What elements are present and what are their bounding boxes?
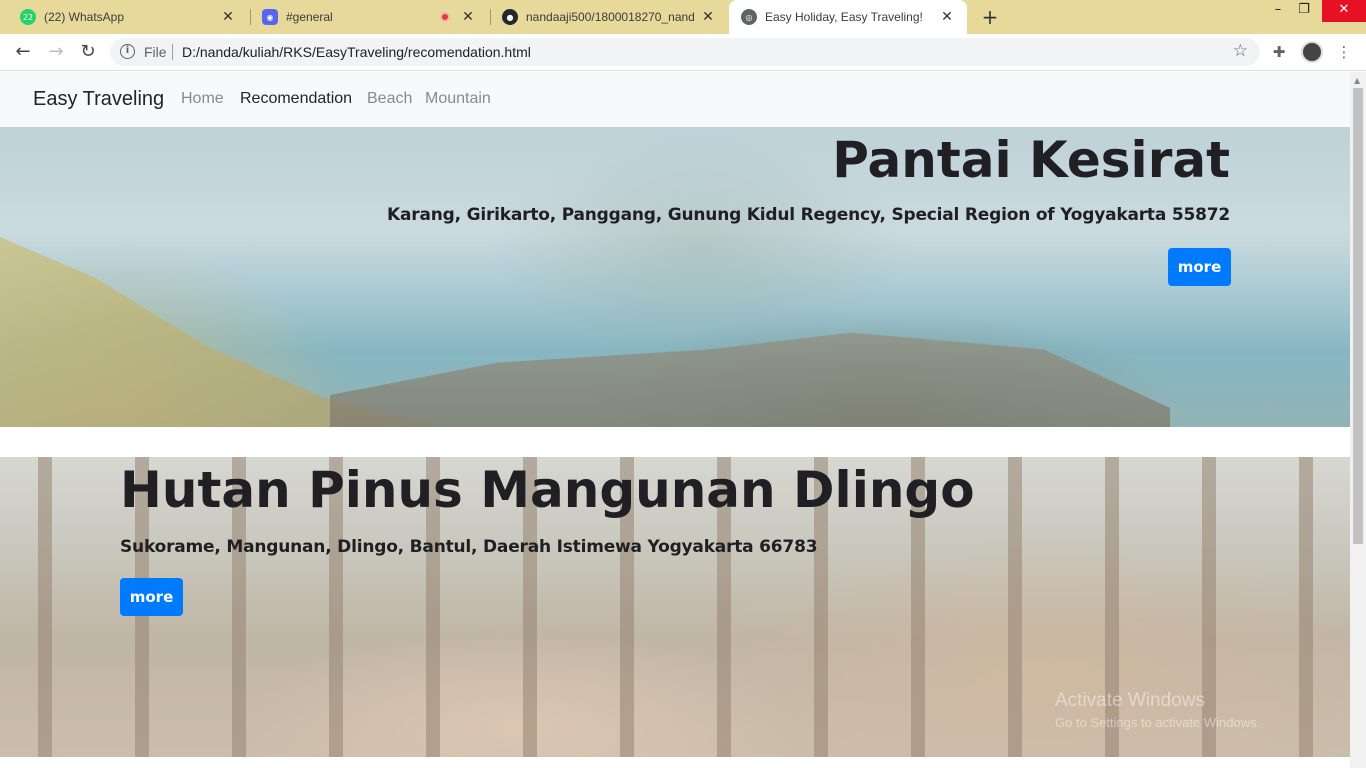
close-icon[interactable]: ✕ bbox=[700, 9, 716, 25]
forward-button[interactable]: → bbox=[44, 40, 68, 64]
address-separator bbox=[172, 44, 173, 60]
tab-github[interactable]: ● nandaaji500/1800018270_nanda ✕ bbox=[490, 0, 728, 34]
destination-address: Sukorame, Mangunan, Dlingo, Bantul, Daer… bbox=[120, 537, 818, 557]
nav-home[interactable]: Home bbox=[181, 90, 224, 108]
activate-windows-title: Activate Windows bbox=[1055, 690, 1205, 711]
tab-title: #general bbox=[286, 10, 333, 24]
tab-discord[interactable]: ◉ #general ✕ bbox=[250, 0, 488, 34]
profile-avatar[interactable] bbox=[1301, 41, 1323, 63]
tab-whatsapp[interactable]: 22 (22) WhatsApp ✕ bbox=[8, 0, 248, 34]
window-close-button[interactable]: ✕ bbox=[1322, 0, 1366, 22]
tab-strip: 22 (22) WhatsApp ✕ ◉ #general ✕ ● nandaa… bbox=[0, 0, 1366, 34]
more-button[interactable]: more bbox=[1168, 248, 1231, 286]
new-tab-button[interactable]: + bbox=[978, 5, 1002, 29]
back-button[interactable]: ← bbox=[11, 40, 35, 64]
scroll-up-icon[interactable]: ▲ bbox=[1354, 76, 1360, 85]
discord-icon: ◉ bbox=[262, 9, 278, 25]
close-icon[interactable]: ✕ bbox=[939, 9, 955, 25]
github-icon: ● bbox=[502, 9, 518, 25]
nav-mountain[interactable]: Mountain bbox=[425, 90, 491, 108]
tab-title: nandaaji500/1800018270_nanda bbox=[526, 10, 694, 24]
nav-beach[interactable]: Beach bbox=[367, 90, 412, 108]
recording-icon bbox=[440, 12, 450, 22]
page-viewport: Easy Traveling Home Recomendation Beach … bbox=[0, 72, 1350, 768]
close-icon[interactable]: ✕ bbox=[460, 9, 476, 25]
tab-easy-holiday[interactable]: ◎ Easy Holiday, Easy Traveling! ✕ bbox=[729, 0, 967, 34]
restore-button[interactable]: ❐ bbox=[1290, 0, 1318, 22]
activate-windows-subtitle: Go to Settings to activate Windows. bbox=[1055, 715, 1261, 730]
destination-address: Karang, Girikarto, Panggang, Gunung Kidu… bbox=[387, 205, 1230, 225]
globe-icon: ◎ bbox=[741, 9, 757, 25]
scrollbar-thumb[interactable] bbox=[1353, 88, 1363, 544]
destination-card-pantai-kesirat: Pantai Kesirat Karang, Girikarto, Pangga… bbox=[0, 127, 1350, 427]
reload-button[interactable]: ↻ bbox=[76, 40, 100, 64]
more-button[interactable]: more bbox=[120, 578, 183, 616]
destination-title: Hutan Pinus Mangunan Dlingo bbox=[120, 461, 975, 519]
scheme-label: File bbox=[144, 44, 167, 60]
destination-title: Pantai Kesirat bbox=[832, 131, 1230, 189]
address-bar[interactable]: i File D:/nanda/kuliah/RKS/EasyTraveling… bbox=[110, 38, 1260, 66]
vertical-scrollbar[interactable]: ▲ bbox=[1350, 72, 1366, 768]
minimize-button[interactable]: – bbox=[1264, 0, 1292, 22]
browser-toolbar: ← → ↻ i File D:/nanda/kuliah/RKS/EasyTra… bbox=[0, 34, 1366, 71]
tab-title: (22) WhatsApp bbox=[44, 10, 125, 24]
whatsapp-icon: 22 bbox=[20, 9, 36, 25]
destination-card-hutan-pinus: Hutan Pinus Mangunan Dlingo Sukorame, Ma… bbox=[0, 457, 1350, 757]
extensions-icon[interactable]: ✚ bbox=[1269, 42, 1289, 62]
info-icon[interactable]: i bbox=[120, 44, 135, 59]
tab-title: Easy Holiday, Easy Traveling! bbox=[765, 10, 923, 24]
url-text[interactable]: D:/nanda/kuliah/RKS/EasyTraveling/recome… bbox=[182, 44, 531, 60]
close-icon[interactable]: ✕ bbox=[220, 9, 236, 25]
site-navbar: Easy Traveling Home Recomendation Beach … bbox=[0, 72, 1350, 127]
site-brand[interactable]: Easy Traveling bbox=[33, 88, 164, 111]
bookmark-star-icon[interactable]: ☆ bbox=[1233, 41, 1248, 61]
nav-recomendation[interactable]: Recomendation bbox=[240, 90, 352, 108]
menu-icon[interactable]: ⋮ bbox=[1334, 42, 1354, 62]
